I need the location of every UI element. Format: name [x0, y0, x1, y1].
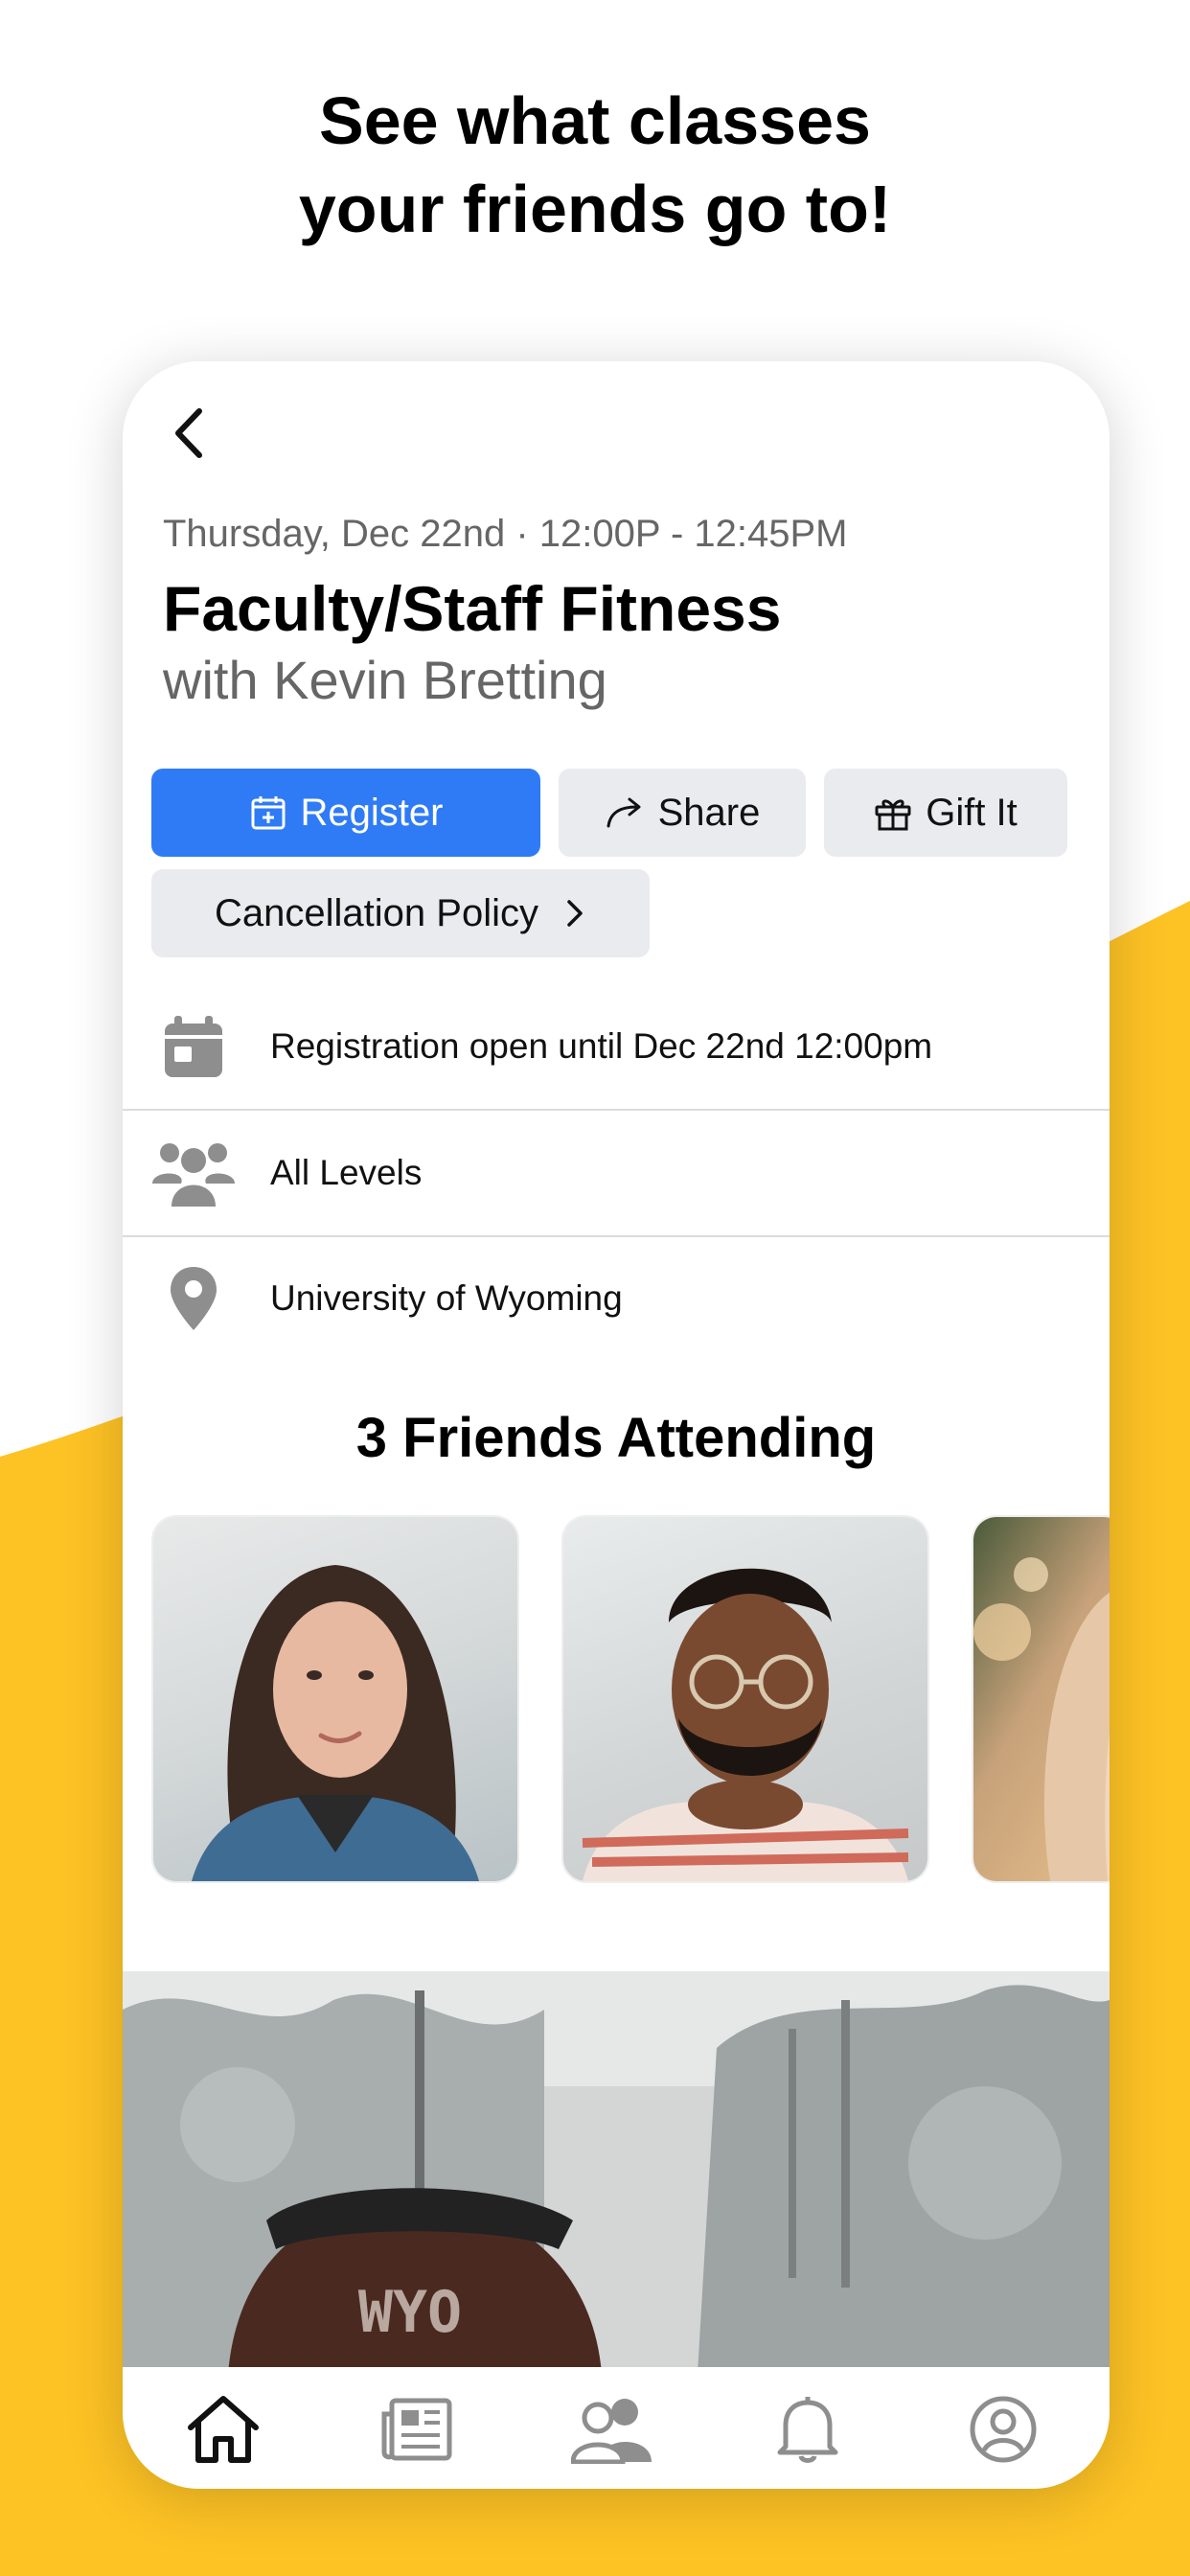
- promo-headline: See what classes your friends go to!: [0, 77, 1190, 253]
- tab-home[interactable]: [180, 2386, 266, 2472]
- beanie-logo-text: WYO: [358, 2279, 462, 2346]
- friends-attending-heading: 3 Friends Attending: [355, 1407, 877, 1469]
- profile-icon: [970, 2396, 1037, 2463]
- map-pin-icon: [151, 1260, 236, 1337]
- home-icon: [188, 2396, 259, 2463]
- cancellation-policy-button[interactable]: Cancellation Policy: [151, 869, 650, 957]
- levels-text: All Levels: [270, 1153, 423, 1192]
- share-label: Share: [657, 791, 761, 834]
- phone-screen: Thursday, Dec 22nd · 12:00P - 12:45PM Fa…: [123, 361, 1110, 2489]
- gift-label: Gift It: [926, 791, 1018, 834]
- cancellation-policy-label: Cancellation Policy: [215, 891, 538, 934]
- friend-photo[interactable]: [973, 1517, 1110, 1881]
- share-arrow-icon: [606, 797, 641, 828]
- bottom-tab-bar: [123, 2367, 1110, 2489]
- levels-info-row: All Levels: [123, 1111, 1110, 1237]
- gift-button[interactable]: Gift It: [824, 769, 1067, 857]
- friends-icon: [571, 2399, 652, 2464]
- share-button[interactable]: Share: [559, 769, 806, 857]
- tab-notifications[interactable]: [765, 2386, 851, 2472]
- tab-profile[interactable]: [960, 2386, 1046, 2472]
- calendar-icon: [151, 1008, 236, 1085]
- headline-line-1: See what classes: [319, 83, 871, 158]
- registration-text: Registration open until Dec 22nd 12:00pm: [270, 1026, 933, 1066]
- headline-line-2: your friends go to!: [298, 172, 892, 246]
- registration-info-row: Registration open until Dec 22nd 12:00pm: [123, 984, 1110, 1111]
- register-button[interactable]: Register: [151, 769, 540, 857]
- tab-news[interactable]: [374, 2386, 460, 2472]
- location-info-row: University of Wyoming: [123, 1236, 1110, 1361]
- class-instructor: with Kevin Bretting: [163, 650, 607, 710]
- class-datetime: Thursday, Dec 22nd · 12:00P - 12:45PM: [163, 513, 848, 555]
- back-button[interactable]: [161, 400, 218, 467]
- location-text: University of Wyoming: [270, 1278, 623, 1318]
- gift-icon: [875, 799, 911, 831]
- calendar-plus-icon: [251, 796, 286, 830]
- class-photo-banner: WYO: [123, 1971, 1110, 2374]
- class-title: Faculty/Staff Fitness: [163, 573, 782, 644]
- chevron-left-icon: [175, 408, 202, 458]
- chevron-right-icon: [567, 900, 583, 927]
- register-label: Register: [300, 791, 444, 834]
- friend-photo[interactable]: [563, 1517, 927, 1881]
- friend-photo[interactable]: [153, 1517, 517, 1881]
- group-icon: [151, 1135, 236, 1211]
- news-icon: [381, 2398, 452, 2461]
- tab-friends[interactable]: [569, 2386, 655, 2472]
- bell-icon: [777, 2397, 838, 2463]
